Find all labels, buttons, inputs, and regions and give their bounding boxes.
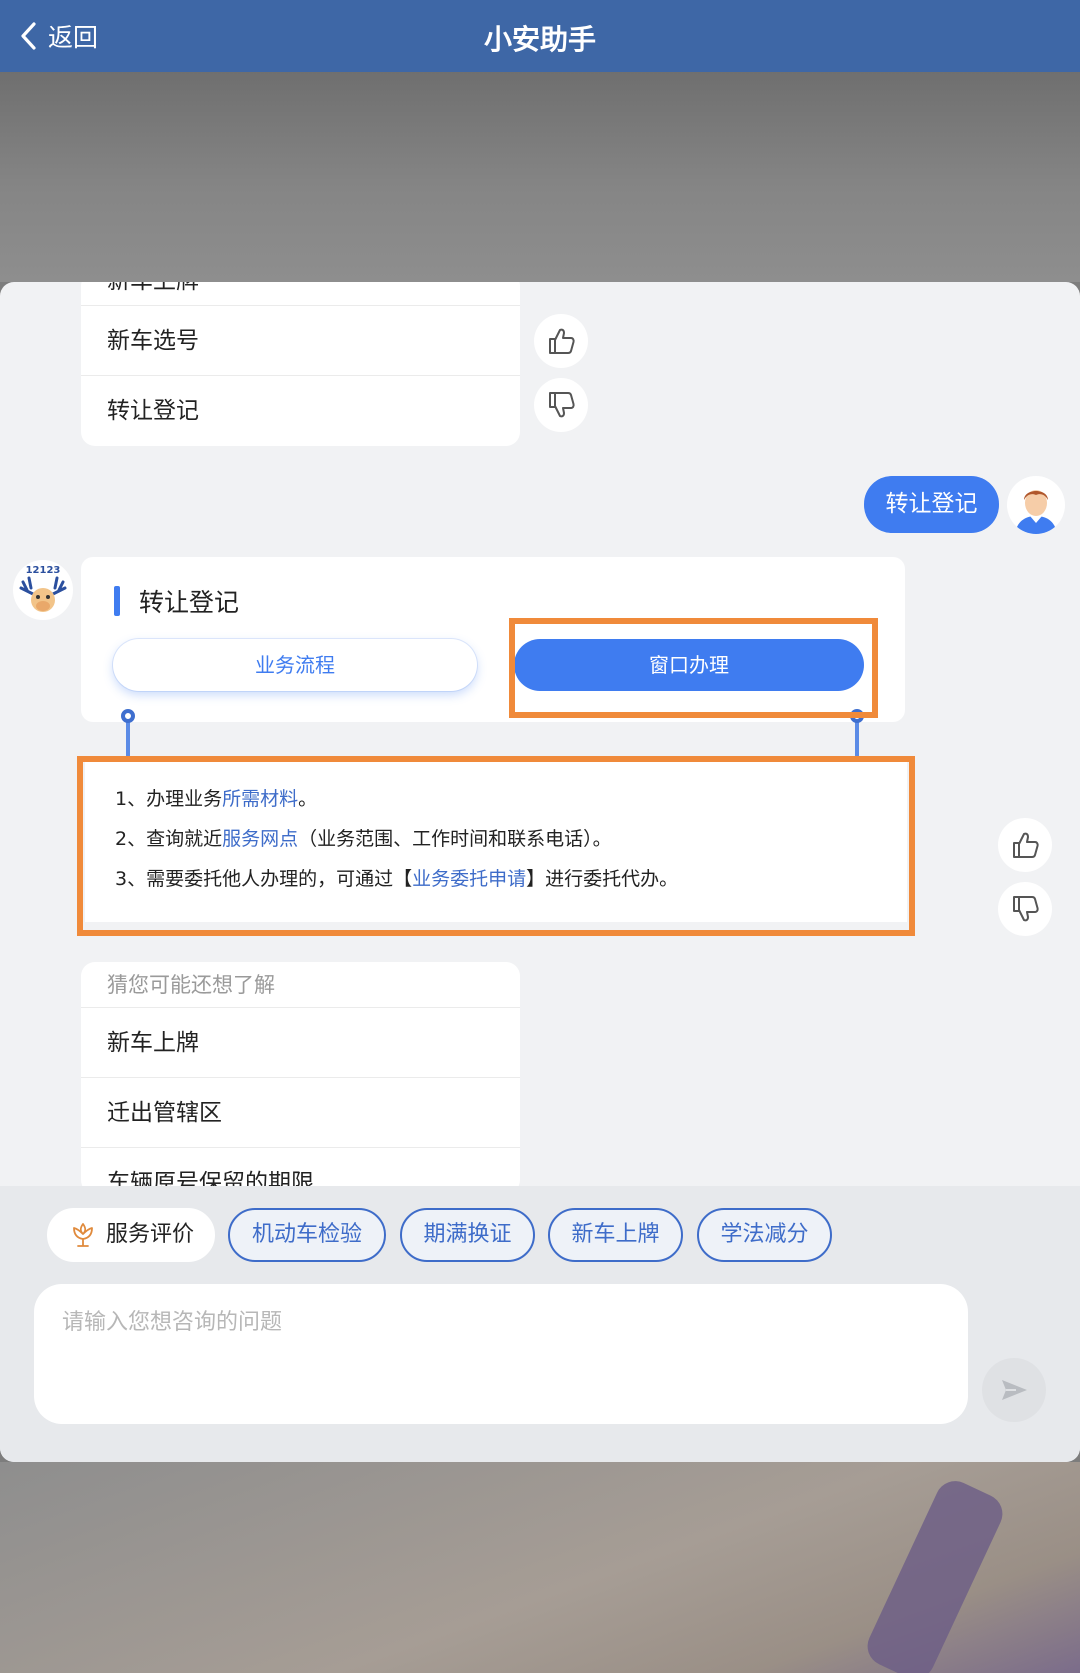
info-line-3-prefix: 3、需要委托他人办理的，可通过【 (115, 868, 413, 890)
info-line-1-suffix: 。 (298, 788, 318, 810)
info-line-1: 1、办理业务所需材料。 (115, 784, 317, 811)
send-button[interactable] (982, 1358, 1046, 1422)
quick-chip-license-renewal[interactable]: 期满换证 (400, 1208, 535, 1262)
info-line-1-prefix: 1、办理业务 (115, 788, 223, 810)
service-rating-button[interactable]: 服务评价 (47, 1208, 215, 1262)
svg-text:12123: 12123 (26, 565, 61, 576)
dislike-button[interactable] (534, 378, 588, 432)
page-title: 小安助手 (483, 23, 596, 56)
quick-chip-new-car-plate[interactable]: 新车上牌 (548, 1208, 683, 1262)
user-message-bubble: 转让登记 (864, 476, 999, 533)
like-button[interactable] (998, 818, 1052, 872)
tab-window-handling[interactable]: 窗口办理 (514, 639, 864, 691)
suggestions-card: 猜您可能还想了解 新车上牌 迁出管辖区 车辆原号保留的期限 (81, 962, 520, 1194)
topic-accent-bar (114, 586, 120, 616)
send-icon (1002, 1380, 1027, 1400)
service-outlets-link[interactable]: 服务网点 (222, 828, 298, 850)
thumb-down-icon (1013, 896, 1039, 922)
quick-chip-study-deduction[interactable]: 学法减分 (697, 1208, 832, 1262)
like-button[interactable] (534, 314, 588, 368)
blurred-background-top (0, 72, 1080, 282)
question-input[interactable] (34, 1284, 968, 1424)
suggestion-item[interactable]: 新车上牌 (81, 1008, 520, 1078)
info-line-3-suffix: 】进行委托代办。 (526, 868, 679, 890)
quick-chip-vehicle-inspection[interactable]: 机动车检验 (228, 1208, 386, 1262)
user-avatar (1007, 476, 1065, 534)
info-line-2-prefix: 2、查询就近 (115, 828, 223, 850)
bottom-input-area: 服务评价 机动车检验 期满换证 新车上牌 学法减分 (0, 1186, 1080, 1462)
delegation-application-link[interactable]: 业务委托申请 (412, 868, 526, 890)
chat-panel: 新车上牌 新车选号 转让登记 转让登记 12123 (0, 282, 1080, 1462)
topic-title: 转让登记 (139, 588, 240, 617)
moose-mascot-icon: 12123 (19, 565, 67, 612)
menu-item-new-car-number[interactable]: 新车选号 (81, 306, 520, 376)
flower-icon (73, 1223, 93, 1247)
thumb-down-icon (549, 392, 575, 418)
connector-dot (850, 709, 864, 723)
info-line-3: 3、需要委托他人办理的，可通过【业务委托申请】进行委托代办。 (115, 864, 678, 891)
thumb-up-icon (549, 328, 575, 354)
thumb-up-icon (1013, 832, 1039, 858)
menu-item-new-car-plate[interactable]: 新车上牌 (81, 282, 520, 306)
info-line-2-suffix: （业务范围、工作时间和联系电话）。 (298, 828, 612, 850)
assistant-avatar: 12123 (13, 560, 73, 620)
menu-item-transfer-registration[interactable]: 转让登记 (81, 376, 520, 446)
info-content-box: 1、办理业务所需材料。 2、查询就近服务网点（业务范围、工作时间和联系电话）。 … (85, 762, 907, 922)
connector-dot (121, 709, 135, 723)
info-line-2: 2、查询就近服务网点（业务范围、工作时间和联系电话）。 (115, 824, 612, 851)
required-materials-link[interactable]: 所需材料 (222, 788, 298, 810)
tab-business-process[interactable]: 业务流程 (113, 639, 477, 691)
suggestion-item[interactable]: 迁出管辖区 (81, 1078, 520, 1148)
previous-menu-card: 新车上牌 新车选号 转让登记 (81, 282, 520, 446)
user-avatar-icon (1015, 490, 1057, 534)
suggestions-heading: 猜您可能还想了解 (81, 962, 520, 1008)
dislike-button[interactable] (998, 882, 1052, 936)
top-nav-bar: 返回 小安助手 (0, 0, 1080, 72)
topic-card: 转让登记 业务流程 窗口办理 (81, 557, 905, 722)
service-rating-label: 服务评价 (105, 1222, 194, 1247)
